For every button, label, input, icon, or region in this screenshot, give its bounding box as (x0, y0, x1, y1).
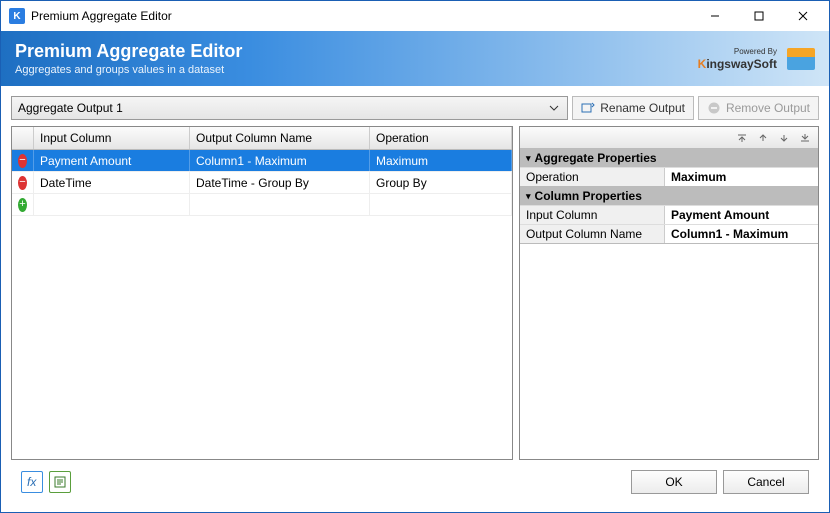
section-header[interactable]: ▾ Aggregate Properties (520, 149, 818, 167)
property-value[interactable]: Maximum (665, 168, 818, 186)
grid-body: − Payment Amount Column1 - Maximum Maxim… (12, 150, 512, 459)
editor-body: Aggregate Output 1 Rename Output Remove … (1, 86, 829, 512)
footer-tools: fx (21, 471, 71, 493)
header-text: Premium Aggregate Editor Aggregates and … (15, 41, 698, 76)
aggregate-table-icon (787, 48, 815, 70)
powered-by-label: Powered By (734, 47, 777, 56)
table-row[interactable]: − DateTime DateTime - Group By Group By (12, 172, 512, 194)
column-properties-section: ▾ Column Properties Input Column Payment… (520, 187, 818, 244)
aggregate-properties-section: ▾ Aggregate Properties Operation Maximum (520, 149, 818, 187)
table-row-new[interactable]: + (12, 194, 512, 216)
move-up-icon[interactable] (754, 130, 772, 146)
move-top-icon[interactable] (733, 130, 751, 146)
grid-header-output[interactable]: Output Column Name (190, 127, 370, 149)
chevron-down-icon: ▾ (526, 191, 531, 202)
grid-header-row: Input Column Output Column Name Operatio… (12, 127, 512, 150)
svg-text:fx: fx (27, 475, 37, 489)
grid-header-input[interactable]: Input Column (34, 127, 190, 149)
table-row[interactable]: − Payment Amount Column1 - Maximum Maxim… (12, 150, 512, 172)
header-title: Premium Aggregate Editor (15, 41, 698, 62)
cell-operation[interactable]: Maximum (370, 150, 512, 171)
titlebar: K Premium Aggregate Editor (1, 1, 829, 31)
grid-header-operation[interactable]: Operation (370, 127, 512, 149)
property-row[interactable]: Input Column Payment Amount (520, 205, 818, 224)
app-window: K Premium Aggregate Editor Premium Aggre… (0, 0, 830, 513)
property-key: Input Column (520, 206, 665, 224)
grid-header-gutter (12, 127, 34, 149)
close-button[interactable] (781, 2, 825, 30)
chevron-down-icon: ▾ (526, 153, 531, 164)
add-row-icon: + (18, 198, 27, 212)
row-action-cell[interactable]: + (12, 194, 34, 215)
header-banner: Premium Aggregate Editor Aggregates and … (1, 31, 829, 86)
rename-output-button[interactable]: Rename Output (572, 96, 694, 120)
app-icon: K (9, 8, 25, 24)
output-select-value: Aggregate Output 1 (18, 101, 123, 115)
minimize-button[interactable] (693, 2, 737, 30)
main-split: Input Column Output Column Name Operatio… (11, 126, 819, 460)
property-value[interactable]: Payment Amount (665, 206, 818, 224)
property-value[interactable]: Column1 - Maximum (665, 225, 818, 243)
window-title: Premium Aggregate Editor (31, 9, 693, 23)
remove-row-icon: − (18, 176, 27, 190)
maximize-button[interactable] (737, 2, 781, 30)
expression-button[interactable]: fx (21, 471, 43, 493)
properties-panel: ▾ Aggregate Properties Operation Maximum… (519, 126, 819, 460)
documentation-button[interactable] (49, 471, 71, 493)
remove-row-icon: − (18, 154, 27, 168)
move-bottom-icon[interactable] (796, 130, 814, 146)
branding-block: Powered By KingswaySoft (698, 47, 815, 71)
rename-output-label: Rename Output (600, 101, 685, 115)
cell-output[interactable]: Column1 - Maximum (190, 150, 370, 171)
output-select[interactable]: Aggregate Output 1 (11, 96, 568, 120)
section-title: Column Properties (535, 189, 642, 203)
section-header[interactable]: ▾ Column Properties (520, 187, 818, 205)
cancel-button[interactable]: Cancel (723, 470, 809, 494)
row-action-cell[interactable]: − (12, 150, 34, 171)
ok-button[interactable]: OK (631, 470, 717, 494)
cell-input[interactable]: DateTime (34, 172, 190, 193)
property-row[interactable]: Output Column Name Column1 - Maximum (520, 224, 818, 243)
kingswaysoft-logo: Powered By KingswaySoft (698, 47, 777, 71)
rename-icon (581, 101, 595, 115)
property-key: Output Column Name (520, 225, 665, 243)
columns-grid: Input Column Output Column Name Operatio… (11, 126, 513, 460)
cell-operation[interactable]: Group By (370, 172, 512, 193)
row-action-cell[interactable]: − (12, 172, 34, 193)
remove-output-label: Remove Output (726, 101, 810, 115)
remove-output-button[interactable]: Remove Output (698, 96, 819, 120)
remove-icon (707, 101, 721, 115)
property-key: Operation (520, 168, 665, 186)
property-row[interactable]: Operation Maximum (520, 167, 818, 186)
header-subtitle: Aggregates and groups values in a datase… (15, 64, 698, 76)
chevron-down-icon (545, 97, 563, 119)
cell-input[interactable]: Payment Amount (34, 150, 190, 171)
output-toolbar: Aggregate Output 1 Rename Output Remove … (11, 96, 819, 120)
section-title: Aggregate Properties (535, 151, 657, 165)
properties-toolbar (520, 127, 818, 149)
move-down-icon[interactable] (775, 130, 793, 146)
dialog-footer: fx OK Cancel (11, 466, 819, 504)
cell-output[interactable]: DateTime - Group By (190, 172, 370, 193)
